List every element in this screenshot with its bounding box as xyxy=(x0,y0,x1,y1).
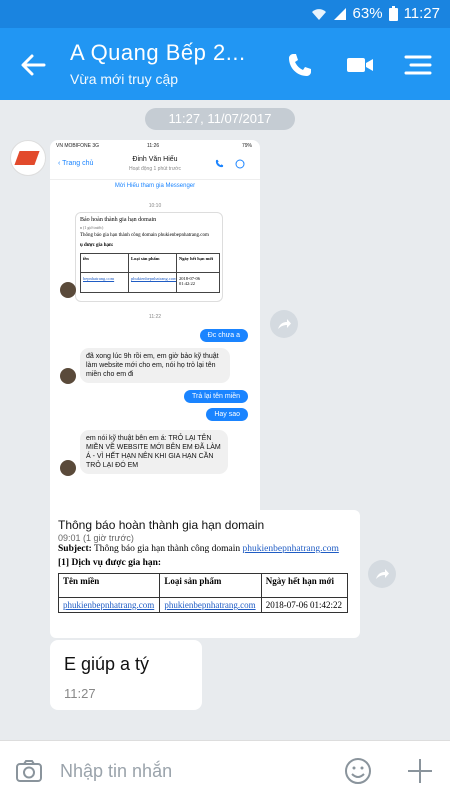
contact-name[interactable]: A Quang Bếp 2... xyxy=(70,40,246,66)
screenshot-back-link: ‹ Trang chủ xyxy=(58,160,94,167)
share-arrow-icon xyxy=(278,319,291,329)
video-call-icon[interactable] xyxy=(345,50,375,80)
table-cell: phukienbepnhatrang.com xyxy=(57,597,161,613)
card-timestamp: 09:01 (1 giờ trước) xyxy=(58,533,134,543)
clock: 11:27 xyxy=(403,5,440,22)
battery-percent: 63% xyxy=(352,5,383,22)
composer: Nhập tin nhắn xyxy=(0,740,450,800)
back-arrow-icon[interactable] xyxy=(18,50,48,80)
card-subject: Subject: Thông báo gia hạn thành công do… xyxy=(58,544,339,554)
emoji-icon[interactable] xyxy=(343,756,373,786)
forwarded-email-card[interactable]: Thông báo hoàn thành gia hạn domain 09:0… xyxy=(50,510,360,638)
message-bubble[interactable]: E giúp a tý 11:27 xyxy=(50,640,202,710)
plus-icon[interactable] xyxy=(405,756,435,786)
status-bar: 63% 11:27 xyxy=(0,0,450,28)
message-time: 11:27 xyxy=(64,686,96,701)
share-button[interactable] xyxy=(368,560,396,588)
renewal-table: Tên miền Loại sản phẩm Ngày hết hạn mới … xyxy=(57,573,349,613)
card-title: Thông báo hoàn thành gia hạn domain xyxy=(58,518,265,532)
domain-link[interactable]: phukienbepnhatrang.com xyxy=(63,600,154,610)
message-list[interactable]: 11:27, 11/07/2017 VN MOBIFONE 3G 11:26 7… xyxy=(0,100,450,740)
conversation-header: A Quang Bếp 2... Vừa mới truy cập xyxy=(0,28,450,100)
phone-call-icon[interactable] xyxy=(285,50,315,80)
message-input[interactable]: Nhập tin nhắn xyxy=(60,761,172,782)
brand-logo-mark xyxy=(14,151,40,165)
table-cell: phukienbepnhatrang.com xyxy=(159,597,262,613)
signal-icon xyxy=(333,7,346,20)
screenshot-avatar xyxy=(60,282,76,298)
table-header-row: Tên miền Loại sản phẩm Ngày hết hạn mới xyxy=(57,573,349,598)
screenshot-avatar xyxy=(60,368,76,384)
screenshot-card: Báo hoàn thành gia hạn domain n (1 giờ t… xyxy=(75,212,223,302)
table-row: phukienbepnhatrang.com phukienbepnhatran… xyxy=(57,597,349,613)
screenshot-header: ‹ Trang chủ Đinh Văn Hiếu Hoạt động 1 ph… xyxy=(50,152,260,180)
camera-icon[interactable] xyxy=(14,756,44,786)
table-cell: 2018-07-06 01:42:22 xyxy=(260,597,349,613)
contact-status: Vừa mới truy cập xyxy=(70,71,179,87)
screenshot-info-icon xyxy=(235,159,245,169)
menu-icon[interactable] xyxy=(403,50,433,80)
table-header: Ngày hết hạn mới xyxy=(260,573,349,598)
share-button[interactable] xyxy=(270,310,298,338)
wifi-icon xyxy=(311,8,326,20)
contact-avatar[interactable] xyxy=(10,140,46,176)
card-service-label: [1] Dịch vụ được gia hạn: xyxy=(58,558,162,568)
table-header: Tên miền xyxy=(57,573,161,598)
screenshot-phone-icon xyxy=(215,159,224,168)
share-arrow-icon xyxy=(376,569,389,579)
battery-icon xyxy=(388,6,398,21)
domain-link[interactable]: phukienbepnhatrang.com xyxy=(164,600,255,610)
date-divider: 11:27, 11/07/2017 xyxy=(145,108,295,130)
message-text: E giúp a tý xyxy=(64,654,150,674)
screenshot-table: iền Loại sản phẩm Ngày hết hạn mới bepnh… xyxy=(80,253,220,293)
screenshot-avatar xyxy=(60,460,76,476)
table-header: Loại sản phẩm xyxy=(159,573,262,598)
domain-link[interactable]: phukienbepnhatrang.com xyxy=(243,544,339,554)
screenshot-status-bar: VN MOBIFONE 3G 11:26 79% xyxy=(56,143,252,149)
